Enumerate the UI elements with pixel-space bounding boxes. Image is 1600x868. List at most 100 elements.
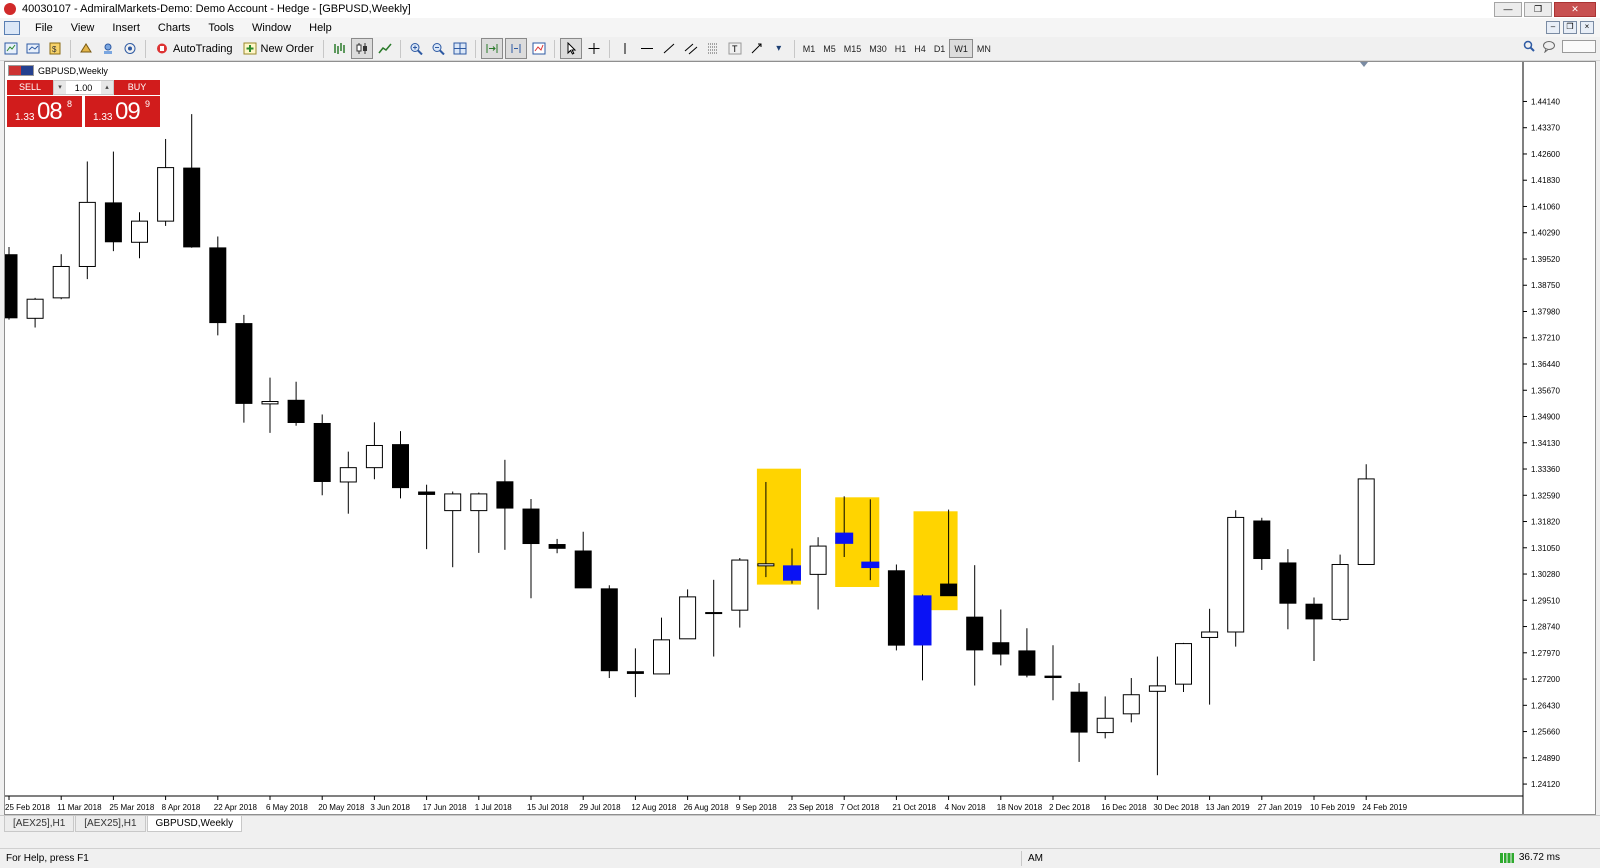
candle-body-bear — [209, 247, 227, 324]
zoom-out-button[interactable] — [428, 39, 448, 58]
candle-body-bull — [1331, 563, 1349, 620]
timeframe-mn[interactable]: MN — [973, 40, 995, 57]
chevron-down-icon[interactable]: ▾ — [769, 39, 789, 58]
tile-windows-button[interactable] — [450, 39, 470, 58]
price-tick-label: 1.27200 — [1531, 675, 1560, 684]
sell-price-box[interactable]: 1.33 08 8 — [7, 96, 82, 127]
one-click-trading-panel: SELL ▾ 1.00 ▴ BUY 1.33 08 8 1.33 09 9 — [7, 80, 160, 127]
timeframe-m30[interactable]: M30 — [865, 40, 891, 57]
candle-body-bull — [1227, 516, 1245, 633]
toolbar-separator — [474, 39, 476, 58]
candle-body-bear — [418, 491, 436, 495]
community-box[interactable] — [1562, 40, 1596, 53]
time-tick-label: 9 Sep 2018 — [736, 803, 777, 812]
indicators-button[interactable] — [529, 39, 549, 58]
autotrading-button[interactable]: AutoTrading — [151, 39, 237, 58]
vertical-line-button[interactable] — [615, 39, 635, 58]
mdi-minimize-button[interactable]: – — [1546, 21, 1560, 34]
mdi-restore-button[interactable]: ❐ — [1563, 21, 1577, 34]
candle-body-bull — [365, 444, 383, 469]
search-icon[interactable] — [1522, 40, 1536, 53]
candle-body-bull — [1122, 694, 1140, 715]
market-watch-button[interactable]: $ — [45, 39, 65, 58]
lot-size-value[interactable]: 1.00 — [66, 83, 101, 93]
menu-tools[interactable]: Tools — [199, 22, 243, 34]
tab-aex25-h1[interactable]: [AEX25],H1 — [4, 816, 75, 832]
candle-body-bear — [1044, 675, 1062, 679]
auto-scroll-button[interactable] — [480, 38, 503, 59]
chart-window[interactable]: 1.44140 1.43370 1.42600 1.41830 1.41060 1.402… — [4, 61, 1596, 815]
candle-body-bull — [679, 596, 697, 640]
time-tick-label: 25 Mar 2018 — [109, 803, 154, 812]
new-chart-button[interactable] — [1, 39, 21, 58]
lot-size-field[interactable]: ▾ 1.00 ▴ — [53, 80, 114, 95]
horizontal-line-button[interactable] — [637, 39, 657, 58]
chart-window-icon[interactable] — [4, 20, 20, 35]
timeframe-h4[interactable]: H4 — [910, 40, 930, 57]
tab-gbpusd-weekly[interactable]: GBPUSD,Weekly — [146, 816, 243, 832]
price-tick-label: 1.26430 — [1531, 701, 1560, 710]
chat-icon[interactable] — [1542, 40, 1556, 53]
connection-status[interactable]: 36.72 ms — [1499, 852, 1560, 863]
menu-help[interactable]: Help — [300, 22, 341, 34]
time-tick-label: 18 Nov 2018 — [997, 803, 1043, 812]
candle-body-bull — [1096, 717, 1114, 734]
text-tool-button[interactable]: T — [725, 39, 745, 58]
profiles-button[interactable] — [23, 39, 43, 58]
minimize-button[interactable]: — — [1494, 2, 1522, 17]
buy-price-box[interactable]: 1.33 09 9 — [85, 96, 160, 127]
candle-body-bull — [653, 639, 670, 675]
trendline-button[interactable] — [659, 39, 679, 58]
candle-body-bull — [444, 493, 462, 512]
auto-scroll-icon — [486, 44, 498, 53]
candlestick-button[interactable] — [350, 38, 373, 59]
candle-body-bull — [809, 545, 827, 575]
candle-body-bear — [966, 616, 984, 651]
signals-button[interactable] — [120, 39, 140, 58]
timeframe-m1[interactable]: M1 — [799, 40, 820, 57]
candle-body-bull — [26, 298, 44, 319]
help-text: For Help, press F1 — [6, 853, 89, 864]
navigator-button[interactable] — [76, 39, 96, 58]
buy-price-main: 09 — [115, 98, 141, 125]
zoom-in-button[interactable] — [406, 39, 426, 58]
timeframe-m5[interactable]: M5 — [819, 40, 840, 57]
candlestick-chart[interactable]: 1.44140 1.43370 1.42600 1.41830 1.41060 1.402… — [5, 62, 1595, 814]
chevron-down-icon[interactable]: ▾ — [54, 81, 66, 94]
candle-body-bear — [626, 671, 644, 674]
price-tick-label: 1.41060 — [1531, 202, 1560, 211]
menu-insert[interactable]: Insert — [103, 22, 149, 34]
price-tick-label: 1.28740 — [1531, 623, 1560, 632]
buy-button[interactable]: BUY — [114, 80, 160, 95]
tab-aex25-h1-2[interactable]: [AEX25],H1 — [75, 816, 146, 832]
timeframe-h1[interactable]: H1 — [891, 40, 911, 57]
menu-window[interactable]: Window — [243, 22, 300, 34]
chevron-up-icon[interactable]: ▴ — [101, 81, 113, 94]
mdi-close-button[interactable]: × — [1580, 21, 1594, 34]
timeframe-m15[interactable]: M15 — [840, 40, 866, 57]
line-chart-button[interactable] — [375, 39, 395, 58]
flag-icon — [8, 65, 34, 76]
arrows-button[interactable] — [747, 39, 767, 58]
menu-file[interactable]: File — [26, 22, 62, 34]
timeframe-w1[interactable]: W1 — [949, 39, 973, 58]
chart-shift-button[interactable] — [504, 38, 527, 59]
bar-chart-button[interactable] — [329, 39, 349, 58]
menu-view[interactable]: View — [62, 22, 104, 34]
cursor-tool-button[interactable] — [559, 38, 582, 59]
fibonacci-button[interactable] — [703, 39, 723, 58]
time-tick-label: 13 Jan 2019 — [1206, 803, 1251, 812]
candle-body-bull — [131, 220, 148, 243]
timeframe-d1[interactable]: D1 — [930, 40, 950, 57]
crosshair-tool-button[interactable] — [584, 39, 604, 58]
time-tick-label: 29 Jul 2018 — [579, 803, 621, 812]
sell-button[interactable]: SELL — [7, 80, 53, 95]
menu-charts[interactable]: Charts — [149, 22, 199, 34]
equidistant-channel-button[interactable] — [681, 39, 701, 58]
toolbar-separator — [399, 39, 401, 58]
restore-button[interactable]: ❐ — [1524, 2, 1552, 17]
new-order-button[interactable]: New Order — [239, 39, 318, 58]
candle-body-bear — [1305, 603, 1323, 620]
close-button[interactable]: ✕ — [1554, 2, 1596, 17]
terminal-button[interactable] — [98, 39, 118, 58]
